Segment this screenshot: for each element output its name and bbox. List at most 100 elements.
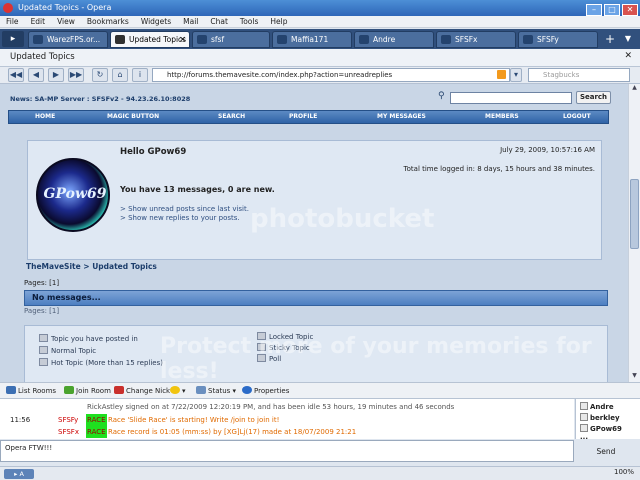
smiley-icon (170, 386, 180, 394)
scroll-thumb[interactable] (630, 179, 639, 249)
nav-magic-button[interactable]: MAGIC BUTTON (107, 111, 159, 123)
status-icon (196, 386, 206, 394)
panel-toggle-icon[interactable]: ▸ (2, 31, 24, 47)
properties-button[interactable]: Properties (242, 386, 289, 395)
tab-label: Andre (373, 35, 396, 44)
forum-search-input[interactable] (450, 92, 572, 104)
nav-home[interactable]: HOME (35, 111, 55, 123)
search-engine-input[interactable]: Stagbucks (528, 68, 630, 82)
legend-posted: Topic you have posted in (39, 334, 138, 343)
user-item[interactable]: Andre (580, 402, 614, 411)
chat-input[interactable]: Opera FTW!!! (0, 440, 574, 462)
show-new-replies-link[interactable]: > Show new replies to your posts. (120, 214, 240, 222)
page-scrollbar[interactable]: ▲ ▼ (628, 84, 640, 382)
address-input[interactable]: http://forums.themavesite.com/index.php?… (152, 68, 510, 82)
posted-topic-icon (39, 334, 48, 342)
scroll-up-icon[interactable]: ▲ (629, 84, 640, 94)
chat-nick[interactable]: SFSFx (58, 426, 79, 438)
maximize-button[interactable]: □ (604, 4, 620, 16)
menu-bookmarks[interactable]: Bookmarks (81, 16, 135, 27)
nav-logout[interactable]: LOGOUT (563, 111, 591, 123)
close-page-icon[interactable]: ✕ (624, 51, 632, 61)
window-controls: – □ ✕ (584, 2, 638, 16)
tab-updated-topics[interactable]: Updated Topics ✕ (110, 31, 190, 48)
nav-my-messages[interactable]: MY MESSAGES (377, 111, 426, 123)
chat-nick[interactable]: SFSFy (58, 414, 78, 426)
tab-sfsfy[interactable]: SFSFy (518, 31, 598, 48)
home-icon[interactable]: ⌂ (112, 68, 128, 82)
emoticon-button[interactable]: ▾ (170, 386, 186, 395)
web-content: News: SA-MP Server : SFSFv2 - 94.23.26.1… (0, 84, 628, 382)
tab-bar: ▸ WarezFPS.or... Updated Topics ✕ sfsf Ma… (0, 29, 640, 49)
tab-label: Maffia171 (291, 35, 329, 44)
avatar[interactable]: GPow69 (36, 158, 110, 232)
chat-log: RickAstley signed on at 7/22/2009 12:20:… (0, 399, 574, 439)
change-nick-label: Change Nick (126, 387, 171, 395)
tab-favicon-icon (277, 35, 287, 44)
reload-icon[interactable]: ↻ (92, 68, 108, 82)
user-item[interactable]: berkley (580, 413, 620, 422)
menu-mail[interactable]: Mail (177, 16, 204, 27)
minimize-button[interactable]: – (586, 4, 602, 16)
chat-tag: RACE (86, 414, 107, 426)
tab-warezfps[interactable]: WarezFPS.or... (28, 31, 108, 48)
menu-edit[interactable]: Edit (25, 16, 52, 27)
menu-chat[interactable]: Chat (204, 16, 234, 27)
list-rooms-button[interactable]: List Rooms (6, 386, 56, 395)
menu-tools[interactable]: Tools (234, 16, 264, 27)
address-toolbar: ◀◀ ◀ ▶ ▶▶ ↻ ⌂ i http://forums.themavesit… (0, 67, 640, 84)
normal-topic-icon (39, 346, 48, 354)
user-item[interactable]: GPow69 (580, 424, 622, 433)
messages-summary[interactable]: You have 13 messages, 0 are new. (120, 185, 275, 194)
close-window-button[interactable]: ✕ (622, 4, 638, 16)
tab-maffia171[interactable]: Maffia171 (272, 31, 352, 48)
menu-widgets[interactable]: Widgets (135, 16, 177, 27)
nav-profile[interactable]: PROFILE (289, 111, 317, 123)
forum-search-button[interactable]: Search (576, 91, 611, 104)
fast-forward-icon[interactable]: ▶▶ (68, 68, 84, 82)
close-tab-icon[interactable]: ✕ (179, 32, 186, 47)
pagination-bottom[interactable]: Pages: [1] (24, 307, 59, 315)
join-room-label: Join Room (76, 387, 111, 395)
window-title: Updated Topics - Opera (18, 3, 112, 12)
status-button[interactable]: Status ▾ (196, 386, 236, 395)
panel-icon[interactable]: ▸ A (4, 469, 34, 479)
tab-menu-icon[interactable]: ▼ (620, 31, 636, 47)
info-icon[interactable]: i (132, 68, 148, 82)
join-room-button[interactable]: Join Room (64, 386, 111, 395)
status-bar: ▸ A 100% (0, 466, 640, 480)
chat-user-list: Andre berkley GPow69 ... (575, 399, 640, 441)
window-titlebar: Updated Topics - Opera – □ ✕ (0, 0, 640, 16)
rewind-icon[interactable]: ◀◀ (8, 68, 24, 82)
join-icon (64, 386, 74, 394)
user-item[interactable]: ... (580, 433, 588, 441)
user-name: Andre (590, 403, 614, 411)
menu-file[interactable]: File (0, 16, 25, 27)
breadcrumb[interactable]: TheMaveSite > Updated Topics (26, 262, 157, 271)
tab-favicon-icon (115, 35, 125, 44)
tab-sfsfx[interactable]: SFSFx (436, 31, 516, 48)
menu-help[interactable]: Help (264, 16, 293, 27)
pagination-top[interactable]: Pages: [1] (24, 279, 59, 287)
page-header-bar: Updated Topics ✕ (0, 49, 640, 67)
zoom-level[interactable]: 100% (614, 468, 634, 476)
menu-view[interactable]: View (51, 16, 81, 27)
scroll-down-icon[interactable]: ▼ (629, 372, 640, 382)
rss-feed-icon[interactable] (497, 70, 506, 79)
forward-icon[interactable]: ▶ (48, 68, 64, 82)
nav-members[interactable]: MEMBERS (485, 111, 519, 123)
no-messages-header: No messages... (24, 290, 608, 306)
change-nick-button[interactable]: Change Nick (114, 386, 170, 395)
show-unread-posts-link[interactable]: > Show unread posts since last visit. (120, 205, 249, 213)
user-name: ... (580, 433, 588, 441)
tab-sfsf[interactable]: sfsf (192, 31, 270, 48)
address-dropdown-icon[interactable]: ▾ (510, 68, 522, 82)
new-tab-button[interactable]: + (602, 31, 618, 47)
back-icon[interactable]: ◀ (28, 68, 44, 82)
watermark-logo: photobucket (250, 204, 435, 234)
tab-favicon-icon (441, 35, 451, 44)
rooms-icon (6, 386, 16, 394)
send-button[interactable]: Send (577, 443, 635, 461)
nav-search[interactable]: SEARCH (218, 111, 245, 123)
tab-andre[interactable]: Andre (354, 31, 434, 48)
